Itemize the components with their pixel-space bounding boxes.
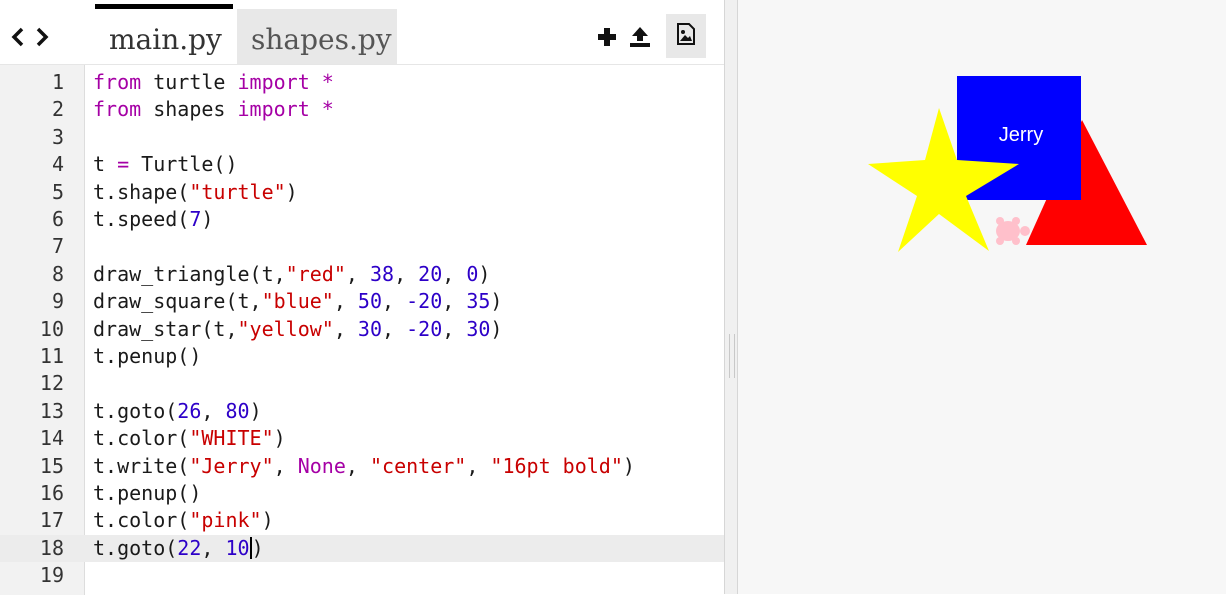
line-number: 13 — [39, 398, 64, 423]
line-text[interactable]: t.shape("turtle") — [93, 179, 298, 206]
line-number: 15 — [39, 453, 64, 478]
code-line[interactable]: 7 — [0, 233, 724, 260]
line-number: 5 — [51, 179, 64, 204]
canvas-label-jerry: Jerry — [998, 124, 1044, 146]
upload-icon[interactable] — [628, 26, 652, 52]
code-line[interactable]: 3 — [0, 124, 724, 151]
line-number: 16 — [39, 481, 64, 505]
line-text[interactable]: t.color("pink") — [93, 507, 274, 534]
line-number: 9 — [51, 289, 64, 314]
image-button[interactable] — [666, 14, 706, 58]
code-editor[interactable]: 1 from turtle import * 2 from shapes import… — [0, 64, 724, 595]
line-number: 8 — [51, 261, 64, 286]
line-number: 11 — [39, 344, 64, 368]
code-line[interactable]: 9 draw_square(t,"blue", 50, -20, 35) — [0, 288, 724, 315]
code-line[interactable]: 17 t.color("pink") — [0, 507, 724, 534]
code-line[interactable]: 16 t.penup() — [0, 480, 724, 507]
text-cursor — [249, 536, 252, 559]
line-text[interactable]: t.color("WHITE") — [93, 425, 286, 452]
code-line[interactable]: 13 t.goto(26, 80) — [0, 398, 724, 425]
line-number: 19 — [39, 563, 64, 588]
line-text[interactable]: from shapes import * — [93, 96, 334, 123]
code-line[interactable]: 5 t.shape("turtle") — [0, 179, 724, 206]
splitter-grip[interactable] — [729, 334, 735, 378]
code-line[interactable]: 4 t = Turtle() — [0, 151, 724, 178]
line-text[interactable]: t = Turtle() — [93, 151, 238, 178]
code-line[interactable]: 15 t.write("Jerry", None, "center", "16pt… — [0, 453, 724, 480]
code-line[interactable]: 6 t.speed(7) — [0, 206, 724, 233]
pane-splitter[interactable] — [724, 0, 738, 594]
line-text[interactable]: t.goto(22, 10) — [93, 535, 264, 562]
line-text[interactable]: t.penup() — [93, 343, 201, 370]
line-text[interactable]: t.write("Jerry", None, "center", "16pt b… — [93, 453, 635, 480]
line-text[interactable]: t.goto(26, 80) — [93, 398, 262, 425]
line-number: 17 — [39, 508, 64, 533]
line-number: 7 — [51, 234, 64, 259]
code-line[interactable]: 2 from shapes import * — [0, 96, 724, 123]
code-line[interactable]: 19 — [0, 562, 724, 589]
line-number: 12 — [39, 371, 64, 396]
tab-label: main.py — [109, 23, 222, 56]
file-actions — [596, 14, 706, 58]
tab-main-py[interactable]: main.py — [95, 4, 233, 64]
line-number: 18 — [39, 535, 64, 560]
line-text[interactable]: draw_square(t,"blue", 50, -20, 35) — [93, 288, 502, 315]
code-line[interactable]: 8 draw_triangle(t,"red", 38, 20, 0) — [0, 261, 724, 288]
turtle-drawing — [868, 76, 1147, 252]
line-number: 6 — [51, 207, 64, 231]
line-text[interactable]: t.speed(7) — [93, 206, 213, 233]
line-text[interactable]: from turtle import * — [93, 69, 334, 96]
line-text[interactable]: t.penup() — [93, 480, 201, 507]
code-line[interactable]: 10 draw_star(t,"yellow", 30, -20, 30) — [0, 316, 724, 343]
line-text[interactable]: draw_triangle(t,"red", 38, 20, 0) — [93, 261, 490, 288]
history-nav — [10, 22, 50, 52]
code-line[interactable]: 12 — [0, 370, 724, 397]
image-icon — [676, 23, 696, 49]
code-line[interactable]: 14 t.color("WHITE") — [0, 425, 724, 452]
line-text[interactable]: draw_star(t,"yellow", 30, -20, 30) — [93, 316, 502, 343]
editor-toolbar: main.py shapes.py — [0, 0, 724, 64]
plus-icon[interactable] — [596, 26, 618, 52]
turtle-icon — [996, 217, 1030, 245]
line-number: 4 — [51, 152, 64, 177]
line-number: 3 — [51, 124, 64, 149]
tab-label: shapes.py — [251, 23, 392, 56]
code-line[interactable]: 11 t.penup() — [0, 343, 724, 370]
chevron-left-icon[interactable] — [10, 25, 26, 49]
line-number: 14 — [39, 426, 64, 451]
line-number: 2 — [51, 97, 64, 122]
line-number: 1 — [51, 70, 64, 94]
turtle-output-canvas — [738, 0, 1226, 594]
chevron-right-icon[interactable] — [34, 25, 50, 49]
code-line[interactable]: 18 t.goto(22, 10) — [0, 534, 724, 563]
tab-shapes-py[interactable]: shapes.py — [237, 9, 397, 64]
line-number: 10 — [39, 316, 64, 341]
code-line[interactable]: 1 from turtle import * — [0, 69, 724, 96]
